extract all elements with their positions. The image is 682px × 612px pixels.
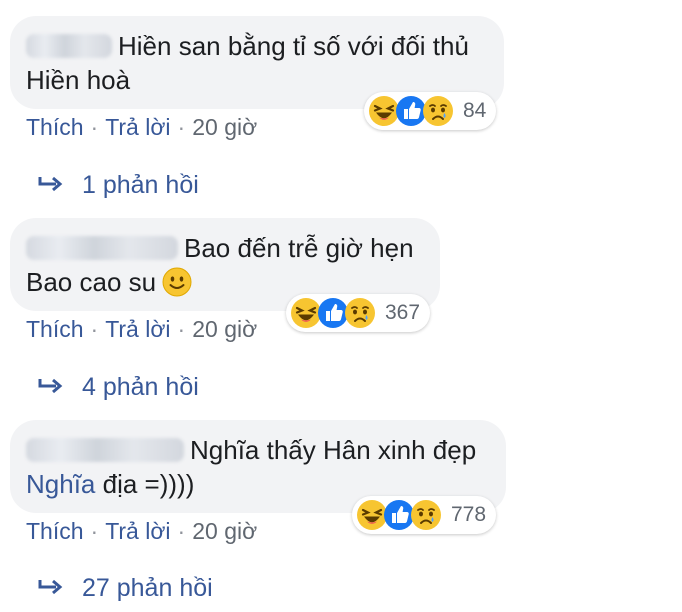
mention-link[interactable]: Nghĩa [26, 469, 95, 499]
reply-link[interactable]: Trả lời [105, 114, 170, 140]
reply-arrow-icon [38, 378, 63, 394]
view-replies-link[interactable]: 1 phản hồi [38, 171, 199, 200]
reaction-count: 778 [451, 503, 487, 526]
view-replies-link[interactable]: 4 phản hồi [38, 373, 199, 402]
replies-count-label: 4 phản hồi [82, 373, 199, 401]
reaction-summary[interactable]: 778 [352, 496, 497, 534]
comment-time[interactable]: 20 giờ [192, 316, 257, 342]
comment-text-line2: Bao cao su [26, 267, 157, 297]
like-link[interactable]: Thích [26, 114, 84, 140]
like-link[interactable]: Thích [26, 518, 84, 544]
sad-icon [422, 95, 454, 127]
reply-link[interactable]: Trả lời [105, 316, 170, 342]
comment-text-line2: địa =)))) [95, 469, 195, 499]
sad-icon [410, 499, 442, 531]
reaction-summary[interactable]: 84 [364, 92, 497, 130]
comment-actions: Thích · Trả lời · 20 giờ [26, 518, 258, 544]
comment-text-line1: Hiền san bằng tỉ số với đối thủ [118, 31, 469, 61]
comment-time[interactable]: 20 giờ [192, 518, 257, 544]
comment-actions: Thích · Trả lời · 20 giờ [26, 316, 258, 342]
replies-count-label: 1 phản hồi [82, 171, 199, 199]
commenter-name-blurred[interactable] [26, 34, 112, 58]
like-link[interactable]: Thích [26, 316, 84, 342]
reply-arrow-icon [38, 176, 63, 192]
comment-text-line1: Bao đến trễ giờ hẹn [184, 233, 414, 263]
reply-link[interactable]: Trả lời [105, 518, 170, 544]
view-replies-link[interactable]: 27 phản hồi [38, 574, 213, 603]
reaction-count: 367 [385, 301, 421, 324]
comment-text-line1: Nghĩa thấy Hân xinh đẹp [190, 435, 477, 465]
reaction-count: 84 [463, 99, 487, 122]
reaction-summary[interactable]: 367 [286, 294, 431, 332]
sad-icon [344, 297, 376, 329]
commenter-name-blurred[interactable] [26, 236, 178, 260]
slightly-smiling-face-icon [162, 267, 192, 297]
comment-actions: Thích · Trả lời · 20 giờ [26, 114, 258, 140]
commenter-name-blurred[interactable] [26, 438, 184, 462]
replies-count-label: 27 phản hồi [82, 574, 213, 602]
comment-time[interactable]: 20 giờ [192, 114, 257, 140]
reply-arrow-icon [38, 579, 63, 595]
